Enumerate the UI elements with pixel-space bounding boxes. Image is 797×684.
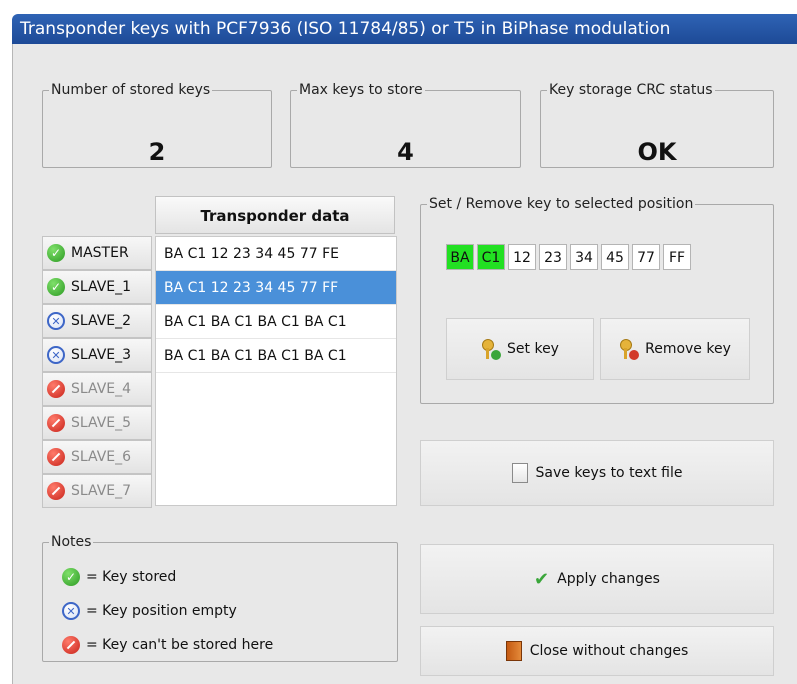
slot-label: SLAVE_1 [71, 279, 132, 295]
window-title: Transponder keys with PCF7936 (ISO 11784… [12, 14, 797, 44]
remove-key-button[interactable]: Remove key [600, 318, 750, 380]
set-key-label: Set key [507, 341, 559, 357]
slot-label: SLAVE_7 [71, 483, 132, 499]
note-blocked-text: = Key can't be stored here [86, 637, 274, 653]
key-remove-icon [619, 338, 640, 360]
data-row-selected[interactable]: BA C1 12 23 34 45 77 FF [156, 271, 396, 305]
slot-slave-2[interactable]: SLAVE_2 [42, 304, 152, 338]
apply-changes-button[interactable]: ✔ Apply changes [420, 544, 774, 614]
close-without-changes-button[interactable]: Close without changes [420, 626, 774, 676]
key-byte-inputs: BA C1 12 23 34 45 77 FF [446, 244, 691, 270]
close-without-changes-label: Close without changes [529, 643, 689, 659]
stored-keys-group: Number of stored keys 2 [42, 82, 272, 168]
slot-label: MASTER [71, 245, 129, 261]
transponder-data-list[interactable]: BA C1 12 23 34 45 77 FE BA C1 12 23 34 4… [155, 236, 397, 506]
slot-master[interactable]: MASTER [42, 236, 152, 270]
stored-keys-label: Number of stored keys [51, 82, 211, 98]
slot-slave-7: SLAVE_7 [42, 474, 152, 508]
key-blocked-icon [62, 636, 80, 654]
slot-slave-5: SLAVE_5 [42, 406, 152, 440]
max-keys-group: Max keys to store 4 [290, 82, 521, 168]
key-blocked-icon [47, 482, 65, 500]
key-stored-icon [47, 244, 65, 262]
slot-label: SLAVE_5 [71, 415, 132, 431]
max-keys-label: Max keys to store [299, 82, 423, 98]
slot-slave-1[interactable]: SLAVE_1 [42, 270, 152, 304]
key-byte-input[interactable]: BA [446, 244, 474, 270]
note-blocked: = Key can't be stored here [62, 636, 273, 654]
remove-key-label: Remove key [645, 341, 731, 357]
transponder-keys-window: Transponder keys with PCF7936 (ISO 11784… [0, 0, 797, 684]
slot-slave-4: SLAVE_4 [42, 372, 152, 406]
set-remove-key-legend: Set / Remove key to selected position [429, 196, 694, 212]
key-blocked-icon [47, 448, 65, 466]
slot-slave-6: SLAVE_6 [42, 440, 152, 474]
slot-label: SLAVE_2 [71, 313, 132, 329]
key-stored-icon [47, 278, 65, 296]
key-slot-list: MASTER SLAVE_1 SLAVE_2 SLAVE_3 SLAVE_4 S… [42, 236, 152, 508]
key-byte-input[interactable]: FF [663, 244, 691, 270]
max-keys-value: 4 [397, 138, 414, 166]
exit-door-icon [505, 641, 522, 661]
note-empty: = Key position empty [62, 602, 237, 620]
key-byte-input[interactable]: 34 [570, 244, 598, 270]
key-blocked-icon [47, 380, 65, 398]
stored-keys-value: 2 [148, 138, 166, 166]
slot-label: SLAVE_3 [71, 347, 132, 363]
note-stored: = Key stored [62, 568, 176, 586]
note-stored-text: = Key stored [86, 569, 177, 585]
key-stored-icon [62, 568, 80, 586]
crc-status-value: OK [637, 138, 677, 166]
key-byte-input[interactable]: 45 [601, 244, 629, 270]
note-empty-text: = Key position empty [86, 603, 237, 619]
data-row[interactable]: BA C1 12 23 34 45 77 FE [156, 237, 396, 271]
slot-label: SLAVE_6 [71, 449, 132, 465]
apply-changes-label: Apply changes [557, 571, 660, 587]
save-keys-label: Save keys to text file [535, 465, 683, 481]
crc-status-label: Key storage CRC status [549, 82, 713, 98]
key-byte-input[interactable]: 12 [508, 244, 536, 270]
slot-label: SLAVE_4 [71, 381, 132, 397]
key-byte-input[interactable]: 77 [632, 244, 660, 270]
slot-slave-3[interactable]: SLAVE_3 [42, 338, 152, 372]
check-icon: ✔ [534, 568, 550, 590]
key-empty-icon [62, 602, 80, 620]
save-keys-button[interactable]: Save keys to text file [420, 440, 774, 506]
notes-legend: Notes [51, 534, 92, 550]
document-icon [511, 463, 528, 483]
crc-status-group: Key storage CRC status OK [540, 82, 774, 168]
key-blocked-icon [47, 414, 65, 432]
key-byte-input[interactable]: C1 [477, 244, 505, 270]
key-empty-icon [47, 346, 65, 364]
data-row[interactable]: BA C1 BA C1 BA C1 BA C1 [156, 305, 396, 339]
key-empty-icon [47, 312, 65, 330]
key-byte-input[interactable]: 23 [539, 244, 567, 270]
set-key-button[interactable]: Set key [446, 318, 594, 380]
key-add-icon [481, 338, 502, 360]
transponder-data-header: Transponder data [155, 196, 395, 234]
data-row[interactable]: BA C1 BA C1 BA C1 BA C1 [156, 339, 396, 373]
